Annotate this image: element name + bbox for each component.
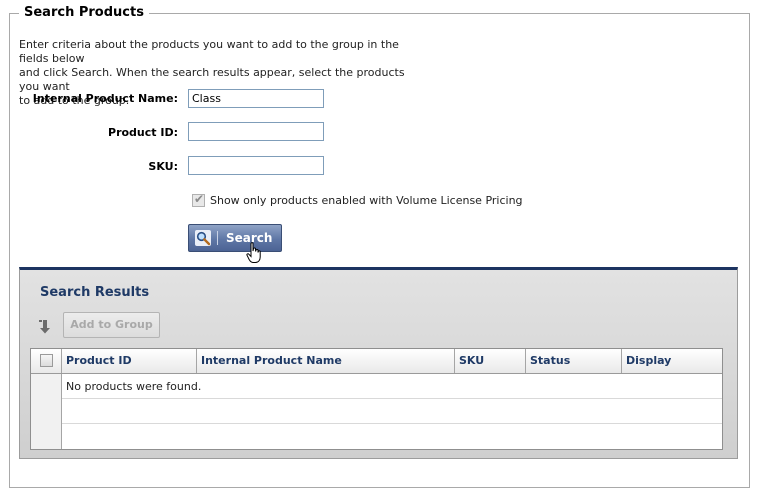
intro-line: Enter criteria about the products you wa…: [19, 38, 399, 65]
internal-name-label: Internal Product Name:: [32, 92, 178, 105]
search-button[interactable]: Search: [188, 224, 282, 252]
search-products-fieldset: Search Products Enter criteria about the…: [9, 5, 750, 488]
sku-input[interactable]: [188, 156, 324, 175]
sku-row: SKU:: [10, 157, 178, 177]
volume-pricing-label: Show only products enabled with Volume L…: [210, 194, 523, 207]
internal-name-input[interactable]: [188, 89, 324, 108]
sku-label: SKU:: [148, 160, 178, 173]
column-header-product-id[interactable]: Product ID: [62, 349, 197, 373]
internal-name-row: Internal Product Name:: [10, 89, 178, 109]
column-header-status[interactable]: Status: [526, 349, 622, 373]
results-title: Search Results: [40, 285, 150, 300]
panel-title: Search Products: [19, 5, 149, 20]
select-all-checkbox[interactable]: [40, 354, 53, 367]
select-all-cell: [31, 349, 62, 373]
table-row: [62, 399, 722, 424]
button-separator: [217, 231, 218, 245]
check-icon: ✔: [194, 192, 205, 206]
search-results-panel: Search Results Add to Group Product ID I…: [19, 267, 738, 459]
results-table: Product ID Internal Product Name SKU Sta…: [30, 348, 723, 450]
row-selector-column: [31, 374, 62, 449]
product-id-input[interactable]: [188, 122, 324, 141]
volume-pricing-checkbox[interactable]: ✔: [192, 192, 205, 207]
column-header-sku[interactable]: SKU: [455, 349, 526, 373]
empty-results-message: No products were found.: [66, 380, 202, 393]
column-header-display[interactable]: Display: [622, 349, 722, 373]
table-row: [62, 424, 722, 449]
hand-pointer-icon: [246, 242, 261, 263]
magnifier-icon: [195, 230, 211, 246]
table-header: Product ID Internal Product Name SKU Sta…: [31, 349, 722, 374]
down-arrow-icon[interactable]: [39, 320, 51, 334]
column-header-internal-name[interactable]: Internal Product Name: [197, 349, 455, 373]
product-id-row: Product ID:: [10, 123, 178, 143]
table-row: No products were found.: [62, 374, 722, 399]
product-id-label: Product ID:: [108, 126, 178, 139]
add-to-group-button[interactable]: Add to Group: [63, 312, 160, 338]
